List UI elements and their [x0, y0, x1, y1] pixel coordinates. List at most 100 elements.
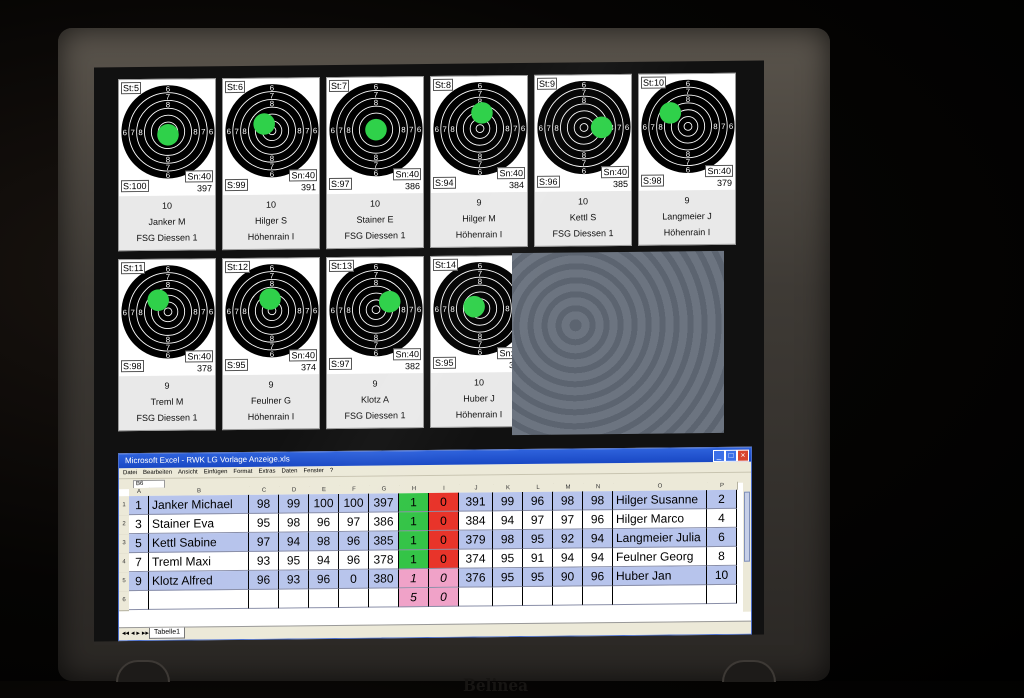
- table-cell[interactable]: 94: [279, 532, 309, 552]
- table-cell[interactable]: [369, 588, 399, 608]
- table-cell[interactable]: Feulner Georg: [613, 547, 707, 568]
- table-cell[interactable]: 98: [249, 494, 279, 514]
- table-cell[interactable]: 380: [369, 569, 399, 589]
- table-cell[interactable]: Klotz Alfred: [149, 570, 249, 591]
- table-cell[interactable]: [553, 586, 583, 606]
- vertical-scrollbar[interactable]: [743, 481, 751, 612]
- table-cell[interactable]: 386: [369, 512, 399, 532]
- table-cell[interactable]: 98: [553, 491, 583, 511]
- table-cell[interactable]: 97: [523, 510, 553, 531]
- menu-item[interactable]: Datei: [123, 470, 137, 476]
- table-cell[interactable]: 5: [399, 588, 429, 608]
- table-cell[interactable]: 95: [279, 551, 309, 571]
- table-cell[interactable]: 90: [553, 567, 583, 587]
- table-cell[interactable]: 0: [429, 587, 459, 607]
- sheet-tab[interactable]: Tabelle1: [149, 627, 186, 639]
- table-cell[interactable]: 96: [309, 569, 339, 590]
- table-cell[interactable]: 99: [493, 492, 523, 512]
- table-cell[interactable]: 1: [129, 495, 149, 516]
- table-cell[interactable]: 96: [339, 531, 369, 551]
- table-cell[interactable]: 96: [339, 550, 369, 570]
- table-cell[interactable]: 98: [279, 513, 309, 533]
- table-cell[interactable]: [149, 589, 249, 610]
- table-cell[interactable]: [279, 589, 309, 609]
- table-cell[interactable]: 2: [707, 489, 737, 510]
- table-cell[interactable]: 100: [309, 493, 339, 514]
- row-header[interactable]: 4: [119, 553, 129, 574]
- table-cell[interactable]: Treml Maxi: [149, 551, 249, 572]
- menu-item[interactable]: Daten: [281, 468, 297, 474]
- table-cell[interactable]: [613, 585, 707, 606]
- table-cell[interactable]: 384: [459, 511, 493, 531]
- table-cell[interactable]: 6: [707, 527, 737, 548]
- table-cell[interactable]: 1: [399, 550, 429, 570]
- menu-item[interactable]: Extras: [258, 469, 275, 475]
- row-header[interactable]: 5: [119, 572, 129, 593]
- table-cell[interactable]: 95: [523, 567, 553, 588]
- table-cell[interactable]: 97: [249, 532, 279, 552]
- table-cell[interactable]: 0: [429, 568, 459, 588]
- table-cell[interactable]: 378: [369, 550, 399, 570]
- table-cell[interactable]: 96: [523, 491, 553, 512]
- table-cell[interactable]: 7: [129, 552, 149, 573]
- table-cell[interactable]: 95: [249, 513, 279, 533]
- table-cell[interactable]: [707, 584, 737, 605]
- table-cell[interactable]: 4: [707, 508, 737, 529]
- table-cell[interactable]: 10: [707, 565, 737, 586]
- table-cell[interactable]: [493, 587, 523, 607]
- table-cell[interactable]: Hilger Marco: [613, 509, 707, 530]
- table-cell[interactable]: 93: [279, 570, 309, 590]
- table-cell[interactable]: 94: [493, 511, 523, 531]
- table-cell[interactable]: [523, 586, 553, 607]
- table-cell[interactable]: 0: [429, 492, 459, 512]
- table-cell[interactable]: Kettl Sabine: [149, 532, 249, 553]
- table-cell[interactable]: 3: [129, 514, 149, 535]
- table-cell[interactable]: 92: [553, 529, 583, 549]
- scrollbar-thumb[interactable]: [744, 491, 750, 562]
- table-cell[interactable]: 1: [399, 493, 429, 513]
- menu-item[interactable]: ?: [330, 468, 333, 474]
- row-header[interactable]: 3: [119, 534, 129, 555]
- table-cell[interactable]: 9: [129, 571, 149, 592]
- table-cell[interactable]: Hilger Susanne: [613, 490, 707, 511]
- table-cell[interactable]: 96: [249, 570, 279, 590]
- close-button[interactable]: ×: [737, 449, 749, 462]
- table-cell[interactable]: 95: [493, 568, 523, 588]
- table-cell[interactable]: 0: [429, 530, 459, 550]
- menu-item[interactable]: Ansicht: [178, 469, 198, 475]
- row-header[interactable]: 6: [119, 591, 129, 612]
- table-cell[interactable]: 97: [553, 510, 583, 530]
- tab-nav-arrows-icon[interactable]: ◂◂ ◂ ▸ ▸▸: [122, 628, 149, 640]
- table-cell[interactable]: 100: [339, 493, 369, 513]
- table-cell[interactable]: 98: [493, 530, 523, 550]
- table-cell[interactable]: 0: [429, 511, 459, 531]
- table-cell[interactable]: [249, 589, 279, 609]
- table-cell[interactable]: 95: [523, 529, 553, 550]
- table-cell[interactable]: [583, 586, 613, 606]
- table-cell[interactable]: 0: [339, 569, 369, 589]
- table-cell[interactable]: 1: [399, 569, 429, 589]
- table-cell[interactable]: 1: [399, 512, 429, 532]
- row-header[interactable]: 1: [119, 496, 129, 517]
- table-cell[interactable]: 98: [309, 531, 339, 552]
- table-cell[interactable]: Langmeier Julia: [613, 528, 707, 549]
- table-cell[interactable]: Janker Michael: [149, 494, 249, 515]
- table-cell[interactable]: 8: [707, 546, 737, 567]
- table-cell[interactable]: 97: [339, 512, 369, 532]
- menu-item[interactable]: Einfügen: [204, 469, 228, 475]
- table-cell[interactable]: 94: [553, 548, 583, 568]
- table-cell[interactable]: 376: [459, 568, 493, 588]
- table-cell[interactable]: 93: [249, 551, 279, 571]
- table-cell[interactable]: 96: [583, 510, 613, 530]
- table-cell[interactable]: 397: [369, 493, 399, 513]
- column-header[interactable]: A: [129, 487, 150, 497]
- table-cell[interactable]: 99: [279, 494, 309, 514]
- table-cell[interactable]: 94: [583, 548, 613, 568]
- table-cell[interactable]: 96: [583, 567, 613, 587]
- table-cell[interactable]: 96: [309, 512, 339, 533]
- menu-item[interactable]: Bearbeiten: [143, 470, 172, 476]
- table-cell[interactable]: 95: [493, 549, 523, 569]
- menu-item[interactable]: Format: [233, 469, 252, 475]
- table-cell[interactable]: 1: [399, 531, 429, 551]
- row-header[interactable]: 2: [119, 515, 129, 536]
